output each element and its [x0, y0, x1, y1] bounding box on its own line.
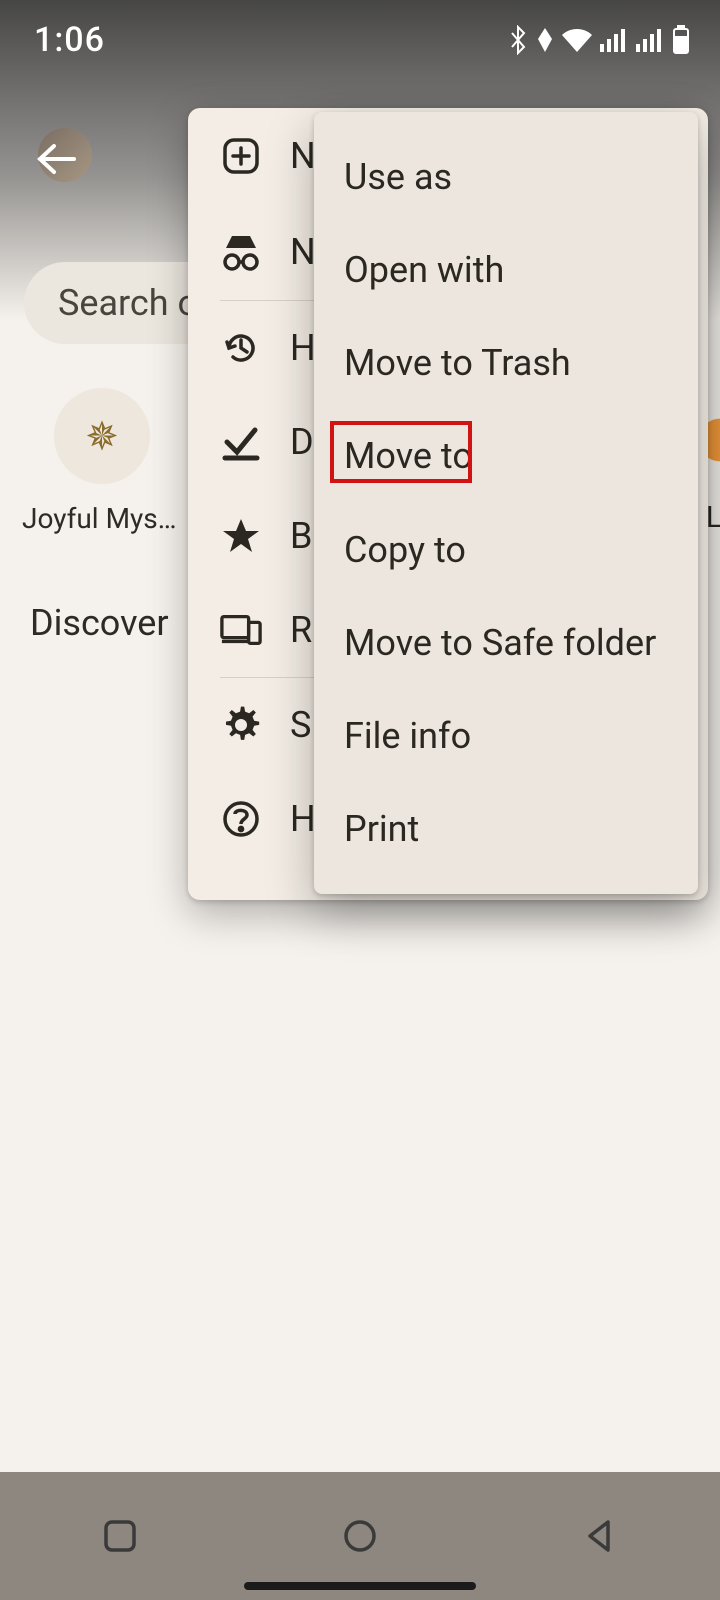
status-icons — [506, 25, 690, 55]
context-item-open-with[interactable]: Open with — [314, 227, 698, 313]
menu-label: H — [290, 327, 316, 369]
gesture-pill — [244, 1582, 476, 1590]
back-arrow-icon[interactable] — [34, 142, 78, 176]
gear-icon — [220, 705, 262, 745]
menu-label: N — [290, 135, 316, 177]
discover-heading: Discover — [30, 602, 169, 644]
star-icon — [220, 516, 262, 556]
menu-label: H — [290, 798, 316, 840]
context-menu: Use as Open with Move to Trash Move to C… — [314, 112, 698, 894]
menu-label: R — [290, 609, 312, 651]
back-button[interactable] — [576, 1512, 624, 1560]
recent-apps-button[interactable] — [96, 1512, 144, 1560]
context-item-use-as[interactable]: Use as — [314, 134, 698, 220]
plus-square-icon — [220, 136, 262, 176]
signal2-icon — [636, 28, 666, 52]
devices-icon — [220, 612, 262, 648]
wifi-icon — [560, 27, 594, 53]
status-bar: 1:06 — [0, 0, 720, 80]
menu-label: N — [290, 231, 316, 273]
done-icon — [220, 422, 262, 462]
history-icon — [220, 328, 262, 368]
menu-label: D — [290, 421, 314, 463]
context-item-copy-to[interactable]: Copy to — [314, 507, 698, 593]
context-item-move-to-trash[interactable]: Move to Trash — [314, 320, 698, 406]
menu-label: B — [290, 515, 312, 557]
profile-avatar[interactable] — [38, 128, 96, 186]
tile-label: Joyful Myst… — [22, 502, 184, 535]
diamond-icon — [536, 27, 554, 53]
incognito-icon — [220, 232, 262, 272]
battery-icon — [672, 25, 690, 55]
help-icon — [220, 799, 262, 839]
quick-link-tile[interactable]: ✵ Joyful Myst… — [52, 388, 152, 535]
context-item-safe-folder[interactable]: Move to Safe folder — [314, 600, 698, 686]
menu-label: S — [290, 704, 311, 746]
tile-circle: ✵ — [54, 388, 150, 484]
screen: 1:06 S — [0, 0, 720, 1600]
highlight-box — [330, 421, 472, 483]
emblem-icon: ✵ — [85, 413, 119, 460]
system-nav-bar — [0, 1472, 720, 1600]
context-item-print[interactable]: Print — [314, 786, 698, 872]
context-item-file-info[interactable]: File info — [314, 693, 698, 779]
signal-icon — [600, 28, 630, 52]
clock: 1:06 — [34, 20, 105, 60]
home-button[interactable] — [336, 1512, 384, 1560]
bluetooth-icon — [506, 25, 530, 55]
